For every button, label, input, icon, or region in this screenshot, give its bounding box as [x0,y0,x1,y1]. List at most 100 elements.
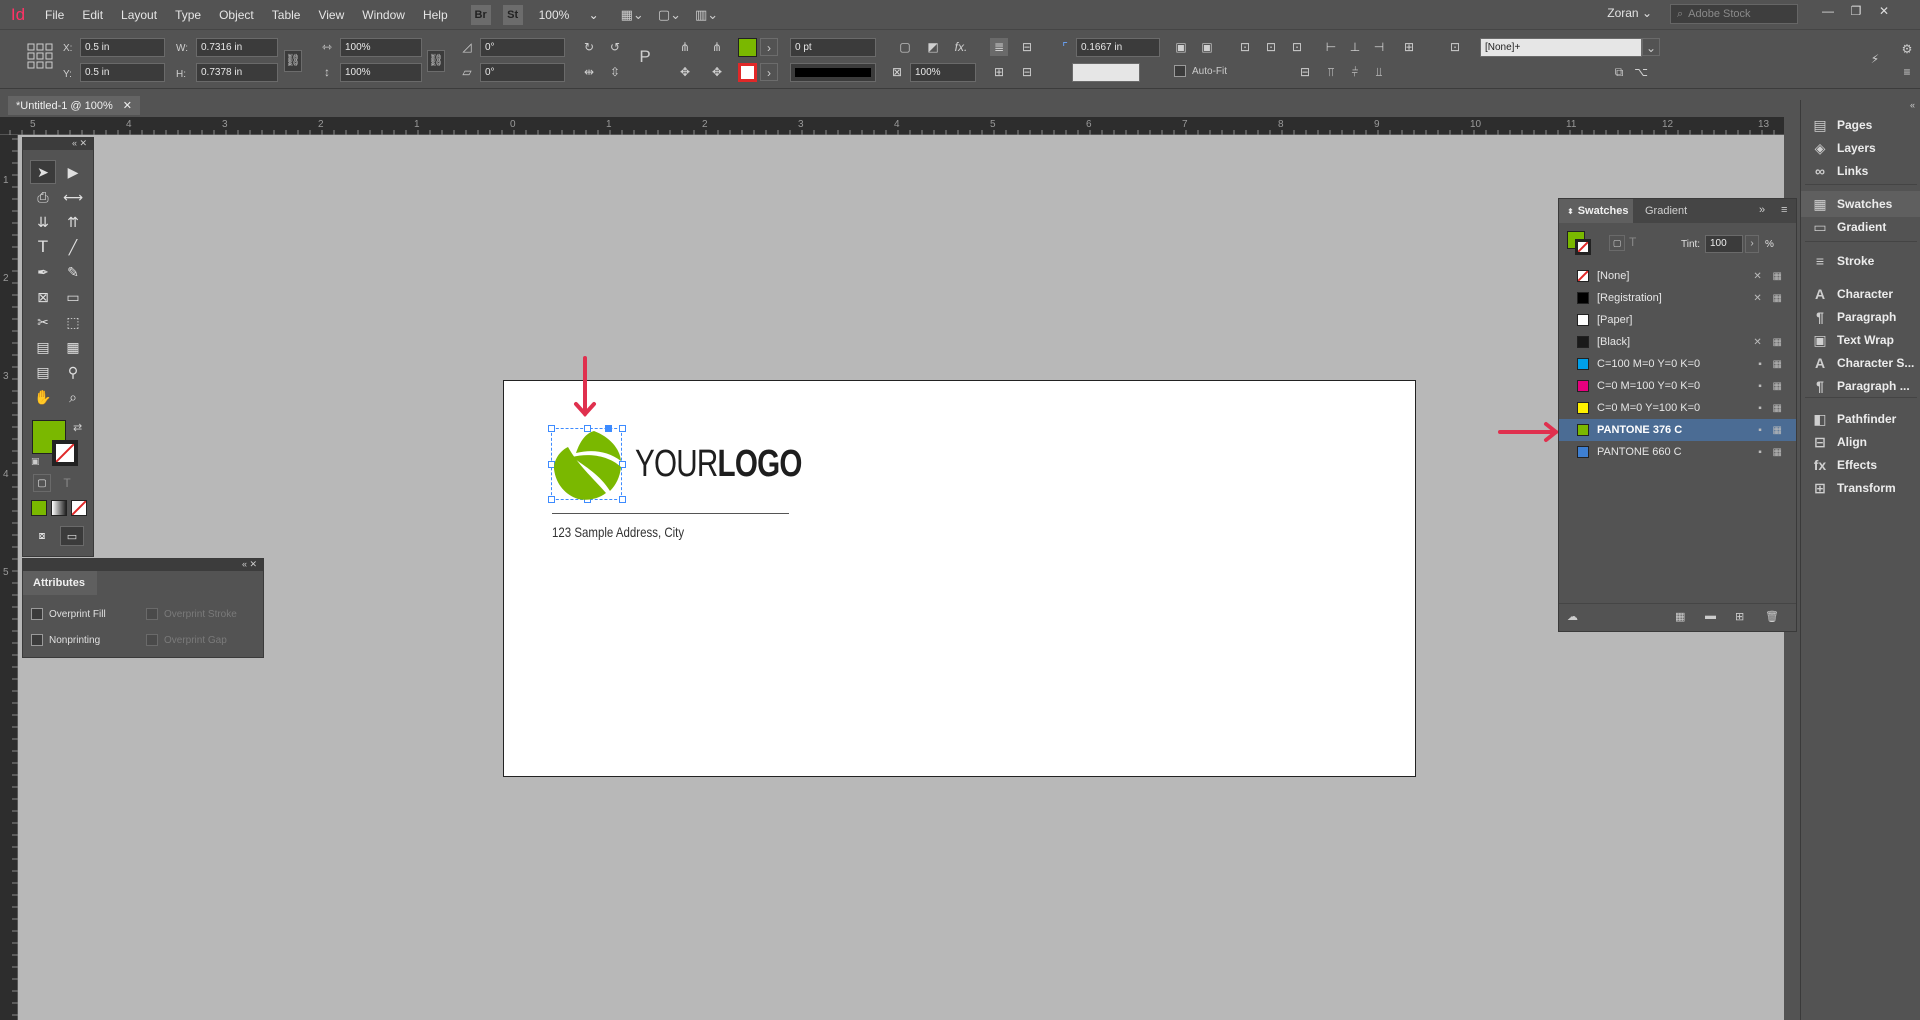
wrap-shape-icon[interactable]: ⊞ [990,63,1008,81]
frame-fitting-icon[interactable]: ⊟ [1296,63,1314,81]
horizontal-ruler[interactable]: 5 4 3 2 1 0 1 2 3 4 5 6 7 8 9 10 11 12 13 [0,117,1784,135]
overprint-fill-checkbox[interactable]: Overprint Fill [31,608,106,620]
select-content-icon[interactable]: ⋔ [708,38,726,56]
quick-apply-icon[interactable]: ⧉ [1610,63,1628,81]
distribute-icon[interactable]: ⊞ [1400,38,1418,56]
type-tool-icon[interactable]: T [30,235,56,259]
swatch-row[interactable]: [Paper] [1559,309,1796,331]
formatting-text-icon[interactable]: T [58,474,76,492]
apply-effect-icon[interactable]: ▢ [896,38,914,56]
shear-field[interactable]: 0° [480,63,565,82]
panel-menu-icon[interactable]: ≡ [1781,204,1787,216]
object-style-icon[interactable]: ⊡ [1446,38,1464,56]
content-placer-icon[interactable]: ⇈ [60,210,86,234]
tools-panel-header[interactable]: « ✕ [23,138,93,150]
fill-frame-icon[interactable]: ⊡ [1236,38,1254,56]
hand-tool-icon[interactable]: ✋ [30,385,56,409]
note-tool-icon[interactable]: ▤ [30,360,56,384]
dock-item-paragraph[interactable]: ¶ Paragraph ... [1801,373,1920,399]
nonprinting-checkbox[interactable]: Nonprinting [31,634,100,646]
width-field[interactable]: 0.7316 in [196,38,278,57]
select-container-icon[interactable]: ⋔ [676,38,694,56]
scissors-tool-icon[interactable]: ✂ [30,310,56,334]
normal-view-icon[interactable]: ⧇ [30,526,54,546]
arrange-documents-icon[interactable]: ▥⌄ [695,7,718,23]
line-tool-icon[interactable]: ╱ [60,235,86,259]
wrap-bounding-icon[interactable]: ⊟ [1018,38,1036,56]
panel-menu-icon[interactable]: ≡ [1898,63,1916,81]
selection-tool-icon[interactable]: ➤ [30,160,56,184]
formatting-container-icon[interactable]: ▢ [1609,235,1625,251]
restore-icon[interactable]: ❐ [1846,4,1866,22]
align-left-icon[interactable]: ⊢ [1322,38,1340,56]
attributes-panel-header[interactable]: « ✕ [23,559,263,571]
rectangle-frame-tool-icon[interactable]: ⊠ [30,285,56,309]
stock-search-input[interactable]: ⌕ Adobe Stock [1670,4,1798,24]
align-right-icon[interactable]: ⊣ [1370,38,1388,56]
fit-frame-content-icon[interactable]: ▣ [1198,38,1216,56]
dock-item-links[interactable]: ∞ Links [1801,158,1920,184]
chevron-down-icon[interactable]: ⌄ [1642,38,1660,56]
gradient-swatch-tool-icon[interactable]: ▤ [30,335,56,359]
tab-swatches[interactable]: ⬍ Swatches [1559,199,1633,223]
trash-icon[interactable]: 🗑 [1765,610,1779,623]
gradient-feather-tool-icon[interactable]: ▦ [60,335,86,359]
constrain-scale-icon[interactable]: ⛓ [427,50,445,72]
default-colors-icon[interactable]: ▣ [31,456,40,467]
dock-item-transform[interactable]: ⊞ Transform [1801,475,1920,501]
minimize-icon[interactable]: — [1818,4,1838,22]
scale-x-field[interactable]: 100% [340,38,422,57]
swatch-row[interactable]: C=0 M=100 Y=0 K=0 ▪ ▦ [1559,375,1796,397]
swatch-row[interactable]: C=0 M=0 Y=100 K=0 ▪ ▦ [1559,397,1796,419]
content-collector-icon[interactable]: ⇊ [30,210,56,234]
fx-icon[interactable]: fx. [952,38,970,56]
menu-window[interactable]: Window [353,8,414,22]
eyedropper-tool-icon[interactable]: ⚲ [60,360,86,384]
collapse-panel-icon[interactable]: » [1759,204,1765,216]
opacity-field[interactable]: 100% [910,63,976,82]
document-page[interactable]: YOURLOGO 123 Sample Address, City [503,380,1416,777]
new-color-group-icon[interactable]: ▬ [1705,610,1716,622]
rotate-field[interactable]: 0° [480,38,565,57]
fill-swatch[interactable] [738,38,757,57]
y-field[interactable]: 0.5 in [80,63,165,82]
align-hcenter-icon[interactable]: ⊥ [1346,38,1364,56]
tint-chevron-icon[interactable]: › [1745,235,1759,253]
zoom-tool-icon[interactable]: ⌕ [60,385,86,409]
document-tab[interactable]: *Untitled-1 @ 100% ✕ [8,96,140,115]
formatting-text-icon[interactable]: T [1629,235,1636,249]
rectangle-tool-icon[interactable]: ▭ [60,285,86,309]
corner-options-icon[interactable]: ⌜ [1056,38,1074,56]
pen-tool-icon[interactable]: ✒ [30,260,56,284]
select-next-icon[interactable]: ✥ [708,63,726,81]
rotate-cw-icon[interactable]: ↻ [580,38,598,56]
align-top-icon[interactable]: ⫪ [1322,63,1340,81]
height-field[interactable]: 0.7378 in [196,63,278,82]
pencil-tool-icon[interactable]: ✎ [60,260,86,284]
zoom-select[interactable]: 100% ⌄ [539,8,599,22]
gear-icon[interactable]: ⚙ [1898,40,1916,58]
apply-color-button[interactable] [31,500,47,516]
wrap-none-icon[interactable]: ≣ [990,38,1008,56]
menu-type[interactable]: Type [166,8,210,22]
corner-shape-select[interactable] [1072,63,1140,82]
wrap-jump-icon[interactable]: ⊟ [1018,63,1036,81]
dock-item-gradient[interactable]: ▭ Gradient [1801,214,1920,240]
cloud-library-icon[interactable]: ☁ [1567,610,1578,623]
stroke-swatch[interactable] [738,63,757,82]
fit-content-frame-icon[interactable]: ▣ [1172,38,1190,56]
tab-gradient[interactable]: Gradient [1645,205,1687,217]
swatch-row[interactable]: C=100 M=0 Y=0 K=0 ▪ ▦ [1559,353,1796,375]
vertical-ruler[interactable]: 1 2 3 4 5 [0,135,18,1020]
center-content-icon[interactable]: ⊡ [1262,38,1280,56]
rotate-ccw-icon[interactable]: ↺ [606,38,624,56]
edit-style-icon[interactable]: ⌥ [1632,63,1650,81]
scale-y-field[interactable]: 100% [340,63,422,82]
dock-item-stroke[interactable]: ≡ Stroke [1801,248,1920,274]
page-tool-icon[interactable]: ⎙ [30,185,56,209]
menu-layout[interactable]: Layout [112,8,166,22]
bridge-button[interactable]: Br [470,4,491,25]
autofit-checkbox[interactable]: Auto-Fit [1174,65,1227,77]
constrain-proportions-icon[interactable]: ⛓ [284,50,302,72]
stroke-type-select[interactable] [790,63,876,82]
